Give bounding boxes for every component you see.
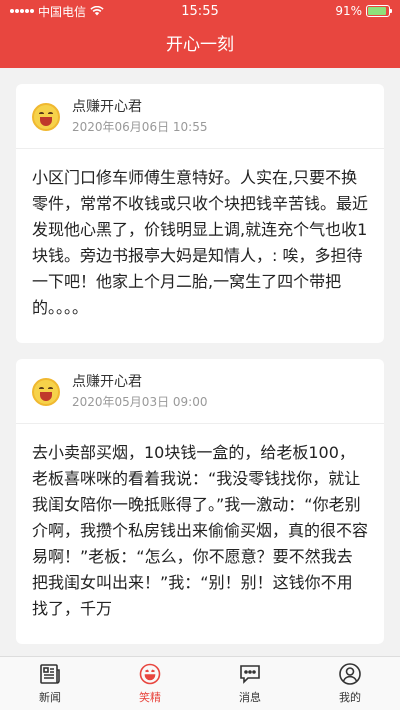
laugh-face-icon bbox=[139, 663, 161, 685]
avatar[interactable] bbox=[32, 378, 60, 406]
status-time: 15:55 bbox=[181, 3, 219, 19]
tab-label: 我的 bbox=[339, 691, 361, 704]
post-author[interactable]: 点赚开心君 bbox=[72, 98, 207, 116]
page-title: 开心一刻 bbox=[166, 35, 234, 55]
tab-jokes[interactable]: 笑精 bbox=[100, 657, 200, 710]
status-bar: 中国电信 15:55 91% bbox=[0, 0, 400, 22]
tab-label: 消息 bbox=[239, 691, 261, 704]
signal-icon bbox=[10, 9, 34, 13]
bottom-tab-bar: 新闻 笑精 消息 我的 bbox=[0, 656, 400, 710]
news-icon bbox=[40, 664, 60, 684]
battery-icon bbox=[366, 5, 392, 17]
post-card[interactable]: 点赚开心君 2020年06月06日 10:55 小区门口修车师傅生意特好。人实在… bbox=[16, 84, 384, 343]
tab-messages[interactable]: 消息 bbox=[200, 657, 300, 710]
tab-label: 笑精 bbox=[139, 691, 161, 704]
post-author[interactable]: 点赚开心君 bbox=[72, 373, 207, 391]
message-icon bbox=[240, 665, 260, 684]
post-card[interactable]: 点赚开心君 2020年05月03日 09:00 去小卖部买烟，10块钱一盒的，给… bbox=[16, 359, 384, 644]
post-content[interactable]: 小区门口修车师傅生意特好。人实在,只要不换零件，常常不收钱或只收个块把钱辛苦钱。… bbox=[16, 149, 384, 343]
joke-feed[interactable]: 点赚开心君 2020年06月06日 10:55 小区门口修车师傅生意特好。人实在… bbox=[0, 68, 400, 656]
battery-percent: 91% bbox=[335, 4, 362, 18]
carrier-label: 中国电信 bbox=[38, 4, 87, 19]
post-date: 2020年06月06日 10:55 bbox=[72, 120, 208, 134]
app-header: 中国电信 15:55 91% 开心一刻 bbox=[0, 0, 400, 68]
avatar[interactable] bbox=[32, 103, 60, 131]
tab-profile[interactable]: 我的 bbox=[300, 657, 400, 710]
tab-news[interactable]: 新闻 bbox=[0, 657, 100, 710]
post-content[interactable]: 去小卖部买烟，10块钱一盒的，给老板100，老板喜咪咪的看着我说：“我没零钱找你… bbox=[16, 424, 384, 644]
tab-label: 新闻 bbox=[39, 691, 61, 704]
post-date: 2020年05月03日 09:00 bbox=[72, 395, 208, 409]
wifi-icon bbox=[90, 6, 104, 16]
profile-icon bbox=[339, 663, 361, 685]
